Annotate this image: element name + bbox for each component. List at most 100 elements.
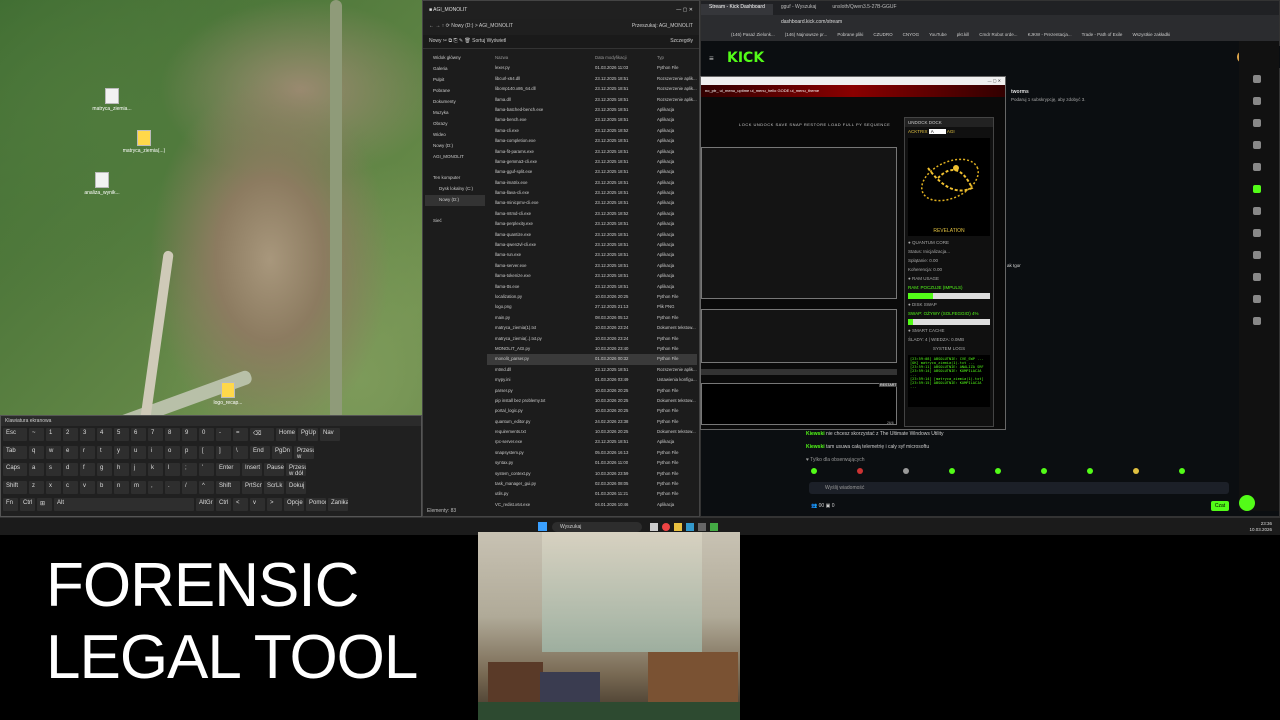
file-row[interactable]: rpc-server.exe 23.12.2025 18:51 Aplikacja: [487, 437, 697, 447]
desktop-file-icon-4[interactable]: logo_recap...: [198, 382, 258, 406]
nav-item[interactable]: Dokumenty: [425, 97, 485, 108]
menu-icon[interactable]: ≡: [709, 54, 714, 63]
chat-input[interactable]: Wyślij wiadomość: [809, 482, 1229, 494]
osk-key[interactable]: Dokuj: [286, 480, 306, 494]
file-row[interactable]: snapsystem.py 05.03.2026 16:13 Python File: [487, 448, 697, 458]
osk-key[interactable]: Enter: [216, 463, 240, 476]
osk-key[interactable]: ~: [29, 428, 44, 441]
bookmark-item[interactable]: Cmdr Robot orde...: [979, 32, 1017, 38]
file-row[interactable]: parser.py 10.03.2026 20:25 Python File: [487, 386, 697, 396]
sort-button[interactable]: Sortuj: [472, 38, 485, 44]
osk-key[interactable]: ,: [148, 480, 163, 494]
rail-icon[interactable]: [1253, 273, 1261, 281]
osk-key[interactable]: Tab: [3, 445, 27, 459]
file-row[interactable]: llama-gemma3-cli.exe 23.12.2025 18:51 Apli…: [487, 157, 697, 167]
osk-key[interactable]: =: [233, 428, 248, 441]
browser-tab-kick[interactable]: Stream - Kick Dashboard: [701, 4, 773, 15]
col-date-header[interactable]: Data modyfikacji: [595, 55, 657, 63]
nav-item[interactable]: Dysk lokalny (C:): [425, 184, 485, 195]
keyboard-icon[interactable]: [698, 523, 706, 531]
app-scrollbar[interactable]: [701, 369, 897, 375]
osk-key[interactable]: PgDn: [272, 445, 292, 459]
file-row[interactable]: llama-fit-params.exe 23.12.2025 18:51 Apli…: [487, 147, 697, 157]
desktop-file-icon-1[interactable]: matryca_ziemia...: [82, 88, 142, 112]
file-row[interactable]: llama-qwen2vl-cli.exe 23.12.2025 18:51 Apl…: [487, 240, 697, 250]
taskview-icon[interactable]: [650, 523, 658, 531]
nav-item[interactable]: Nowy (D:): [425, 141, 485, 152]
osk-key[interactable]: 4: [97, 428, 112, 441]
nav-item[interactable]: Muzyka: [425, 108, 485, 119]
file-row[interactable]: llama-tts.exe 23.12.2025 18:51 Aplikacja: [487, 282, 697, 292]
rail-icon[interactable]: [1253, 295, 1261, 303]
bookmark-item[interactable]: Pobrane pliki: [837, 32, 863, 38]
dock-button[interactable]: DOCK: [929, 120, 942, 125]
file-row[interactable]: pip install bez problemy.txt 10.03.2026 2…: [487, 396, 697, 406]
osk-key[interactable]: 7: [148, 428, 163, 441]
osk-key[interactable]: <: [233, 498, 248, 511]
osk-key[interactable]: Nav: [320, 428, 340, 441]
col-type-header[interactable]: Typ: [657, 55, 697, 63]
file-row[interactable]: mypy.ini 01.03.2026 03:49 Ustawienia konfi…: [487, 375, 697, 385]
taskbar-clock[interactable]: 23:36 10.03.2026: [1249, 521, 1272, 533]
osk-key[interactable]: ;: [182, 463, 197, 476]
file-row[interactable]: logo.png 27.12.2025 21:13 Plik PNG: [487, 302, 697, 312]
osk-key[interactable]: v: [250, 498, 265, 511]
osk-key[interactable]: x: [46, 480, 61, 494]
emote-icon[interactable]: [949, 468, 955, 474]
rail-icon[interactable]: [1253, 251, 1261, 259]
osk-key[interactable]: Opcje: [284, 498, 304, 511]
nav-arrows-icon[interactable]: ← → ↑ ⟳: [429, 23, 451, 29]
file-row[interactable]: MONOLIT_AGI.py 10.03.2026 23:40 Python Fil…: [487, 344, 697, 354]
kick-logo[interactable]: KICK: [727, 50, 764, 66]
osk-key[interactable]: y: [114, 445, 129, 459]
file-row[interactable]: syntax.py 01.03.2026 11:00 Python File: [487, 458, 697, 468]
file-row[interactable]: task_manager_gui.py 02.03.2026 08:05 Pytho…: [487, 479, 697, 489]
nav-item[interactable]: Nowy (D:): [425, 195, 485, 206]
app-editor-pane[interactable]: [701, 147, 897, 299]
rail-icon[interactable]: [1253, 317, 1261, 325]
app-titlebar[interactable]: — ▢ ✕: [701, 77, 1005, 85]
osk-key[interactable]: ': [199, 463, 214, 476]
file-row[interactable]: llama-bench.exe 23.12.2025 18:51 Aplikacja: [487, 115, 697, 125]
bookmark-item[interactable]: (146) Pasaż Zielonk...: [731, 32, 775, 38]
osk-key[interactable]: 1: [46, 428, 61, 441]
file-row[interactable]: utils.py 01.03.2026 11:21 Python File: [487, 489, 697, 499]
taskbar-search[interactable]: Wyszukaj: [552, 522, 642, 532]
explorer-icon[interactable]: [674, 523, 682, 531]
file-row[interactable]: llama-minicpmv-cli.exe 23.12.2025 18:51 Ap…: [487, 198, 697, 208]
osk-key[interactable]: -: [216, 428, 231, 441]
osk-key[interactable]: Esc: [3, 428, 27, 441]
rail-icon[interactable]: [1253, 141, 1261, 149]
file-row[interactable]: llama-tokenize.exe 23.12.2025 18:51 Aplika…: [487, 271, 697, 281]
osk-key[interactable]: Przesuń w górę: [294, 445, 314, 459]
start-icon[interactable]: [538, 522, 547, 531]
new-button[interactable]: Nowy: [429, 38, 442, 44]
desktop-file-icon-3[interactable]: analiza_wynik...: [72, 172, 132, 196]
osk-key[interactable]: f: [80, 463, 95, 476]
emote-icon[interactable]: [1179, 468, 1185, 474]
nav-item[interactable]: Galeria: [425, 64, 485, 75]
emote-icon[interactable]: [903, 468, 909, 474]
col-name-header[interactable]: Nazwa: [487, 55, 595, 63]
osk-key[interactable]: ^: [199, 480, 214, 494]
file-row[interactable]: localization.py 10.03.2026 20:25 Python Fi…: [487, 292, 697, 302]
chat-fab-icon[interactable]: [1239, 495, 1255, 511]
osk-key[interactable]: n: [114, 480, 129, 494]
file-row[interactable]: requirements.txt 10.03.2026 20:25 Dokument…: [487, 427, 697, 437]
osk-key[interactable]: Zanikanie: [328, 498, 348, 511]
osk-key[interactable]: c: [63, 480, 78, 494]
osk-key[interactable]: Caps: [3, 463, 27, 476]
osk-key[interactable]: ⊞: [37, 498, 52, 511]
file-row[interactable]: mtmd.dll 23.12.2025 18:51 Rozszerzenie apl…: [487, 365, 697, 375]
bookmark-item[interactable]: KJKW - Prezentacja...: [1028, 32, 1072, 38]
osk-key[interactable]: d: [63, 463, 78, 476]
acktrix-field[interactable]: A: [928, 129, 946, 134]
chat-send-button[interactable]: Czat: [1211, 501, 1229, 511]
osk-key[interactable]: h: [114, 463, 129, 476]
osk-key[interactable]: 0: [199, 428, 214, 441]
emote-icon[interactable]: [995, 468, 1001, 474]
file-row[interactable]: lexer.py 01.03.2026 11:03 Python File: [487, 63, 697, 73]
file-row[interactable]: llama-run.exe 23.12.2025 18:51 Aplikacja: [487, 250, 697, 260]
nav-item[interactable]: Wideo: [425, 130, 485, 141]
osk-key[interactable]: Alt: [54, 498, 194, 511]
